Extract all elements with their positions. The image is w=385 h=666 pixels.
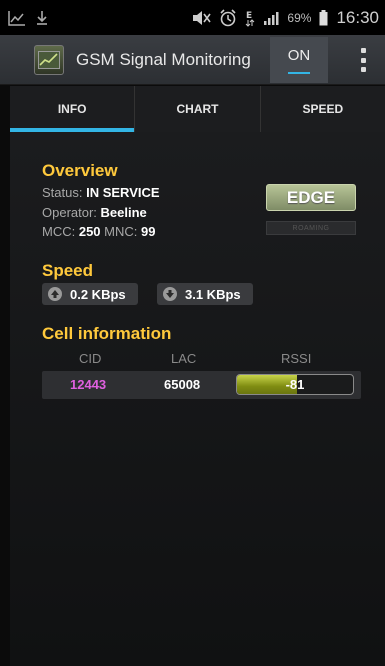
tab-bar: INFO CHART SPEED bbox=[10, 86, 385, 132]
operator-value: Beeline bbox=[100, 205, 147, 220]
cid-header: CID bbox=[79, 351, 102, 366]
status-value: IN SERVICE bbox=[86, 185, 160, 200]
lac-header: LAC bbox=[171, 351, 197, 366]
operator-label: Operator: bbox=[42, 205, 97, 220]
battery-percent: 69% bbox=[287, 10, 312, 25]
upload-speed: 0.2 KBps bbox=[42, 283, 138, 305]
overflow-menu-icon[interactable] bbox=[361, 48, 367, 72]
app-chart-icon[interactable] bbox=[34, 44, 64, 75]
lac-value: 65008 bbox=[164, 377, 201, 392]
rssi-level-bar: -81 bbox=[236, 374, 354, 395]
download-speed: 3.1 KBps bbox=[157, 283, 253, 305]
rssi-header: RSSI bbox=[281, 351, 312, 366]
toggle-indicator bbox=[288, 71, 310, 74]
signal-icon bbox=[263, 10, 279, 26]
mnc-label: MNC: bbox=[104, 224, 138, 239]
cid-value: 12443 bbox=[70, 377, 107, 392]
mcc-mnc-line: MCC: 250 MNC: 99 bbox=[42, 224, 155, 239]
tab-info[interactable]: INFO bbox=[10, 86, 136, 132]
cell-info-title: Cell information bbox=[42, 324, 172, 343]
mute-icon bbox=[191, 10, 212, 26]
status-bar: E 69% 16:30 bbox=[0, 0, 385, 35]
download-icon bbox=[36, 10, 48, 26]
speed-title: Speed bbox=[42, 261, 94, 280]
table-row: 12443 65008 -81 bbox=[42, 371, 361, 399]
mcc-label: MCC: bbox=[42, 224, 76, 239]
monitoring-toggle-button[interactable]: ON bbox=[270, 37, 328, 83]
mcc-value: 250 bbox=[78, 224, 101, 239]
app-title: GSM Signal Monitoring bbox=[76, 49, 251, 69]
tab-speed[interactable]: SPEED bbox=[261, 86, 385, 132]
info-panel: Overview Status: IN SERVICE Operator: Be… bbox=[10, 132, 385, 666]
action-bar: GSM Signal Monitoring ON bbox=[0, 35, 385, 85]
download-speed-value: 3.1 KBps bbox=[185, 286, 241, 302]
arrow-down-icon bbox=[163, 287, 177, 301]
chart-notification-icon bbox=[8, 10, 26, 26]
network-type-badge: EDGE bbox=[266, 184, 356, 211]
operator-line: Operator: Beeline bbox=[42, 205, 147, 220]
status-label: Status: bbox=[42, 185, 83, 200]
clock: 16:30 bbox=[336, 7, 379, 27]
svg-text:E: E bbox=[246, 11, 252, 21]
upload-speed-value: 0.2 KBps bbox=[70, 286, 126, 302]
status-line: Status: IN SERVICE bbox=[42, 185, 160, 200]
toggle-label: ON bbox=[287, 46, 311, 64]
battery-icon bbox=[319, 9, 328, 26]
mnc-value: 99 bbox=[141, 224, 156, 239]
arrow-up-icon bbox=[48, 287, 62, 301]
alarm-icon bbox=[219, 8, 237, 27]
roaming-badge: ROAMING bbox=[266, 221, 356, 235]
data-e-icon: E bbox=[245, 9, 255, 27]
overview-title: Overview bbox=[42, 161, 118, 180]
rssi-value: -81 bbox=[285, 377, 305, 392]
tab-chart[interactable]: CHART bbox=[135, 86, 261, 132]
